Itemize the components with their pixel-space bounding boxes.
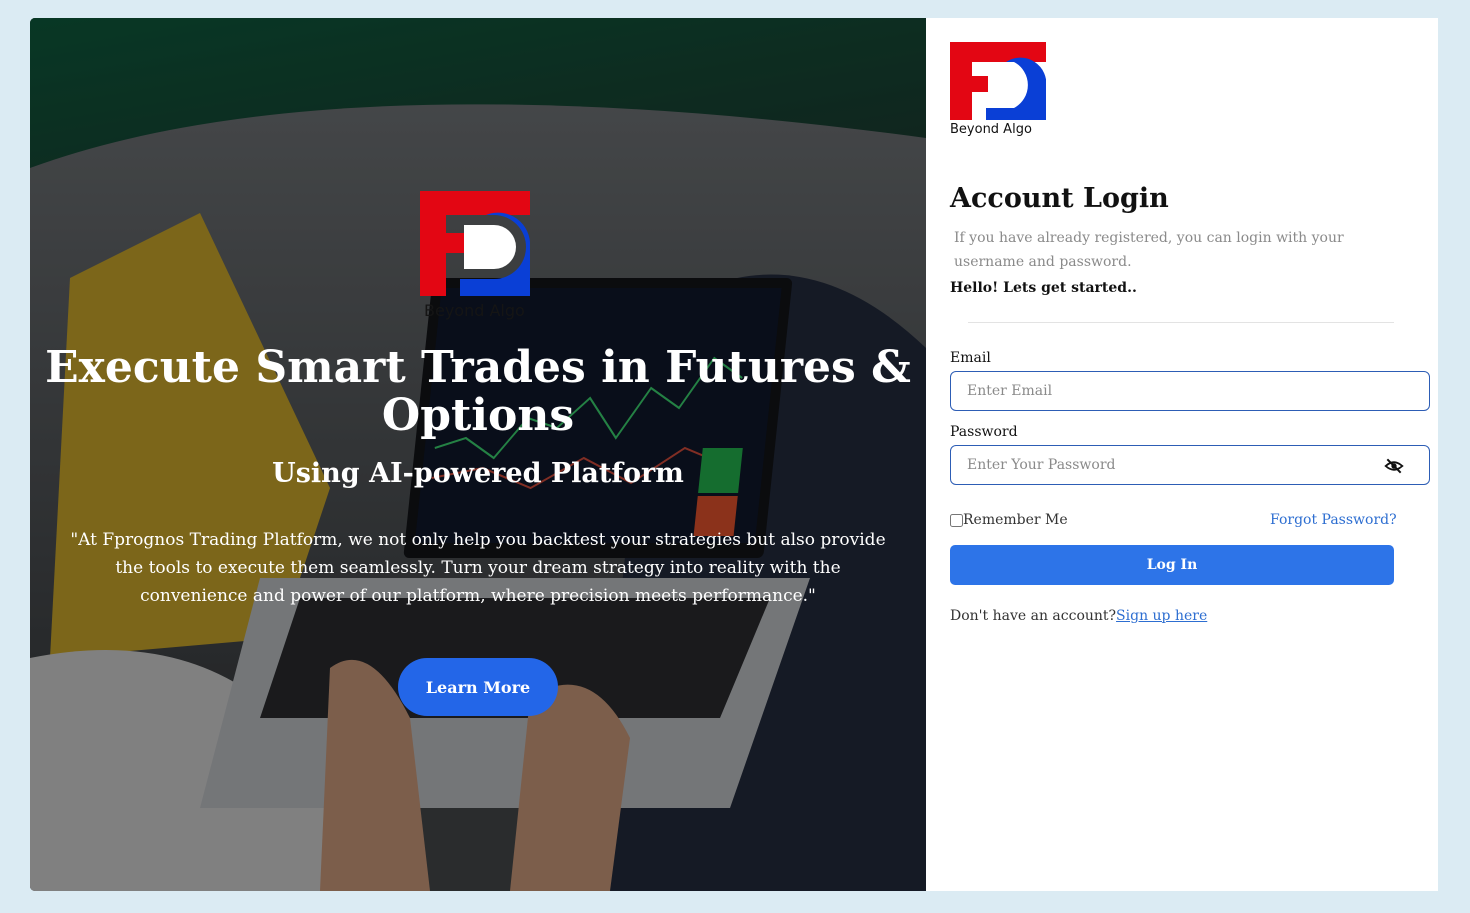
login-title: Account Login [950,183,1169,214]
signup-prompt: Don't have an account?Sign up here [950,608,1207,624]
hero-logo-tagline: Beyond Algo [424,301,525,320]
hero-logo: Beyond Algo [420,191,540,321]
signup-link[interactable]: Sign up here [1116,608,1207,624]
login-description: If you have already registered, you can … [954,230,1344,270]
remember-me-checkbox[interactable] [950,513,963,527]
brand-tagline: Beyond Algo [950,122,1032,137]
fp-logo-icon [420,191,530,296]
password-label: Password [950,424,1018,440]
forgot-password-link[interactable]: Forgot Password? [1270,512,1397,528]
hero-title: Execute Smart Trades in Futures & Option… [45,342,911,441]
signup-text: Don't have an account? [950,608,1117,624]
email-label: Email [950,350,991,366]
login-greeting: Hello! Lets get started.. [950,280,1137,296]
login-button[interactable]: Log In [950,545,1394,585]
eye-slash-icon[interactable] [1384,456,1404,476]
hero-subtitle: Using AI-powered Platform [272,458,684,489]
remember-me-label: Remember Me [963,512,1068,528]
learn-more-button[interactable]: Learn More [398,658,558,716]
brand-logo: Beyond Algo [950,42,1050,142]
divider [968,322,1394,323]
remember-me: Remember Me [950,512,1068,528]
fp-logo-icon [950,42,1046,120]
hero-banner: Beyond Algo Execute Smart Trades in Futu… [30,18,926,891]
password-input[interactable] [950,445,1430,485]
hero-quote: "At Fprognos Trading Platform, we not on… [70,530,886,606]
email-input[interactable] [950,371,1430,411]
hero-overlay [30,18,926,891]
login-panel: Beyond Algo Account Login If you have al… [926,18,1438,891]
